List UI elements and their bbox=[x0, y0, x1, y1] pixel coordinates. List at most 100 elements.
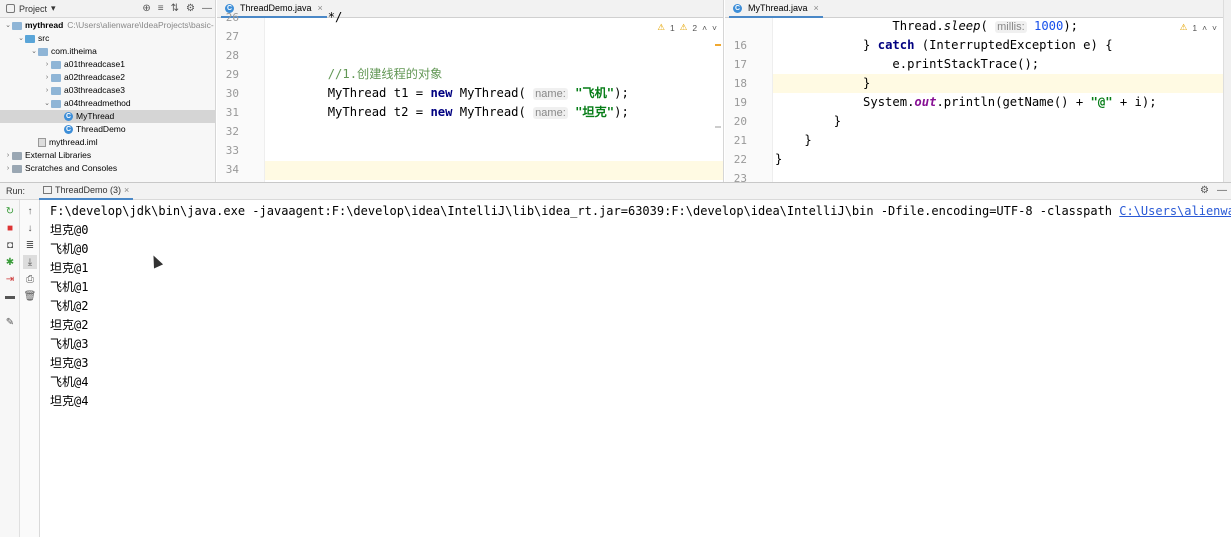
line-number: 32 bbox=[225, 125, 239, 138]
print-icon[interactable]: ⎙ bbox=[23, 272, 37, 286]
run-tab-label: ThreadDemo (3) bbox=[55, 185, 122, 195]
console-output-line: 坦克@1 bbox=[50, 261, 89, 275]
collapse-all-icon[interactable]: ⇅ bbox=[171, 3, 179, 14]
tree-item[interactable]: ⌄ com.itheima bbox=[0, 45, 215, 58]
error-stripe-mark[interactable] bbox=[715, 44, 721, 46]
console-command-line: F:\develop\jdk\bin\java.exe -javaagent:F… bbox=[50, 202, 1231, 221]
gear-icon[interactable]: ⚙ bbox=[1200, 185, 1209, 196]
soft-wrap-icon[interactable]: ≣ bbox=[23, 238, 37, 252]
tree-item[interactable]: ⌄ src bbox=[0, 32, 215, 45]
run-config-icon bbox=[43, 186, 53, 194]
console-toolbar: ↑ ↓ ≣ ⤓ ⎙ 🗑 bbox=[20, 200, 40, 537]
minimize-icon[interactable]: — bbox=[202, 3, 212, 14]
chevron-down-icon[interactable]: ⌄ bbox=[17, 32, 25, 45]
tree-item[interactable]: ⌄ mythread C:\Users\alienware\IdeaProjects… bbox=[0, 19, 215, 32]
chevron-right-icon[interactable]: › bbox=[43, 71, 51, 84]
inspection-widget[interactable]: ⚠ 1 ⚠ 2 ˄ ˅ bbox=[657, 22, 717, 33]
code-area[interactable]: 26 */ 27 28 29 //1.创建线程的对象 30 MyThread t1 = … bbox=[217, 10, 723, 182]
console-output-line: 飞机@3 bbox=[50, 337, 89, 351]
code-line[interactable]: } bbox=[775, 112, 841, 131]
code-line[interactable]: } catch (InterruptedException e) { bbox=[775, 36, 1113, 55]
console-output[interactable]: F:\develop\jdk\bin\java.exe -javaagent:F… bbox=[50, 202, 1231, 537]
minimize-icon[interactable]: — bbox=[1217, 185, 1227, 196]
code-line[interactable]: System.out.println(getName() + "@" + i); bbox=[775, 93, 1157, 112]
code-line[interactable]: } bbox=[775, 150, 782, 169]
chevron-down-icon[interactable]: ▾ bbox=[51, 3, 56, 14]
tree-item-label: src bbox=[38, 33, 50, 43]
tree-item[interactable]: › a02threadcase2 bbox=[0, 71, 215, 84]
tree-item-label: com.itheima bbox=[51, 46, 97, 56]
code-area[interactable]: Thread.sleep( millis: 1000); 16 } catch (… bbox=[725, 18, 1231, 182]
class-icon: C bbox=[64, 112, 73, 121]
tree-item[interactable]: C ThreadDemo bbox=[0, 123, 215, 136]
chevron-up-icon[interactable]: ˄ bbox=[1202, 23, 1207, 33]
tree-item[interactable]: C MyThread bbox=[0, 110, 215, 123]
file-icon bbox=[38, 138, 46, 147]
line-number: 16 bbox=[733, 39, 747, 52]
code-line[interactable]: */ bbox=[269, 8, 343, 27]
scroll-down-icon[interactable]: ↓ bbox=[23, 221, 37, 235]
rerun-icon[interactable]: ↻ bbox=[3, 204, 17, 218]
locate-icon[interactable]: ⊕ bbox=[142, 3, 150, 14]
camera-icon[interactable]: ◘ bbox=[3, 238, 17, 252]
editor-mythread: C MyThread.java × Thread.sleep( millis: … bbox=[725, 0, 1231, 182]
chevron-up-icon[interactable]: ˄ bbox=[702, 23, 707, 33]
pin-icon[interactable]: ✎ bbox=[3, 315, 17, 329]
layout-icon[interactable]: ▬ bbox=[3, 289, 17, 303]
chevron-down-icon[interactable]: ˅ bbox=[1212, 23, 1217, 33]
inspection-widget[interactable]: ⚠ 1 ˄ ˅ bbox=[1180, 22, 1217, 33]
warning-count: 1 bbox=[1192, 22, 1198, 33]
code-line[interactable]: Thread.sleep( millis: 1000); bbox=[775, 17, 1078, 36]
code-line[interactable]: //1.创建线程的对象 bbox=[269, 65, 443, 84]
line-number bbox=[725, 17, 747, 36]
chevron-right-icon[interactable]: › bbox=[43, 58, 51, 71]
weak-warning-count: 2 bbox=[692, 22, 698, 33]
close-icon[interactable]: × bbox=[814, 3, 819, 13]
chevron-right-icon[interactable]: › bbox=[43, 84, 51, 97]
chevron-right-icon[interactable]: › bbox=[4, 162, 12, 175]
expand-all-icon[interactable]: ≡ bbox=[158, 3, 164, 14]
stop-icon[interactable]: ■ bbox=[3, 221, 17, 235]
debug-icon[interactable]: ✱ bbox=[3, 255, 17, 269]
code-line[interactable]: MyThread t2 = new MyThread( name: "坦克"); bbox=[269, 103, 629, 122]
tree-item[interactable]: mythread.iml bbox=[0, 136, 215, 149]
chevron-down-icon[interactable]: ˅ bbox=[712, 23, 717, 33]
error-stripe-mark[interactable] bbox=[715, 126, 721, 128]
console-output-line: 飞机@1 bbox=[50, 280, 89, 294]
chevron-down-icon[interactable]: ⌄ bbox=[43, 97, 51, 110]
chevron-right-icon[interactable]: › bbox=[4, 149, 12, 162]
tab-mythread[interactable]: C MyThread.java × bbox=[729, 0, 823, 18]
tree-item-label: External Libraries bbox=[25, 150, 92, 160]
line-number: 30 bbox=[225, 87, 239, 100]
code-line[interactable]: } bbox=[775, 131, 811, 150]
tree-item-label: a03threadcase3 bbox=[64, 85, 125, 95]
close-icon[interactable]: × bbox=[124, 185, 129, 195]
tree-item[interactable]: › a01threadcase1 bbox=[0, 58, 215, 71]
run-tab[interactable]: ThreadDemo (3) × bbox=[39, 183, 134, 200]
classpath-link[interactable]: C:\Users\alienwa bbox=[1119, 204, 1231, 218]
code-line[interactable]: e.printStackTrace(); bbox=[775, 55, 1039, 74]
run-panel: Run: ThreadDemo (3) × ⚙ — ↻ ■ ◘ ✱ ⇥ ▬ ✎ … bbox=[0, 182, 1231, 537]
tree-item[interactable]: › Scratches and Consoles bbox=[0, 162, 215, 175]
tree-item-path: C:\Users\alienware\IdeaProjects\basic- bbox=[67, 20, 214, 30]
tree-item[interactable]: › External Libraries bbox=[0, 149, 215, 162]
trash-icon[interactable]: 🗑 bbox=[23, 289, 37, 303]
tree-item[interactable]: ⌄ a04threadmethod bbox=[0, 97, 215, 110]
line-number: 18 bbox=[733, 77, 747, 90]
code-line[interactable]: } bbox=[775, 74, 870, 93]
console-output-line: 坦克@0 bbox=[50, 223, 89, 237]
gear-icon[interactable]: ⚙ bbox=[186, 3, 195, 14]
console-output-line: 飞机@0 bbox=[50, 242, 89, 256]
code-line[interactable]: MyThread t1 = new MyThread( name: "飞机"); bbox=[269, 84, 629, 103]
line-number: 33 bbox=[225, 144, 239, 157]
project-title[interactable]: Project bbox=[19, 4, 47, 14]
chevron-down-icon[interactable]: ⌄ bbox=[4, 19, 12, 32]
scroll-to-end-icon[interactable]: ⤓ bbox=[23, 255, 37, 269]
scroll-up-icon[interactable]: ↑ bbox=[23, 204, 37, 218]
run-toolbar: ⚙ — bbox=[1200, 185, 1227, 196]
exit-icon[interactable]: ⇥ bbox=[3, 272, 17, 286]
folder-icon bbox=[51, 99, 61, 108]
chevron-down-icon[interactable]: ⌄ bbox=[30, 45, 38, 58]
tree-item[interactable]: › a03threadcase3 bbox=[0, 84, 215, 97]
run-panel-header: Run: ThreadDemo (3) × ⚙ — bbox=[0, 183, 1231, 200]
